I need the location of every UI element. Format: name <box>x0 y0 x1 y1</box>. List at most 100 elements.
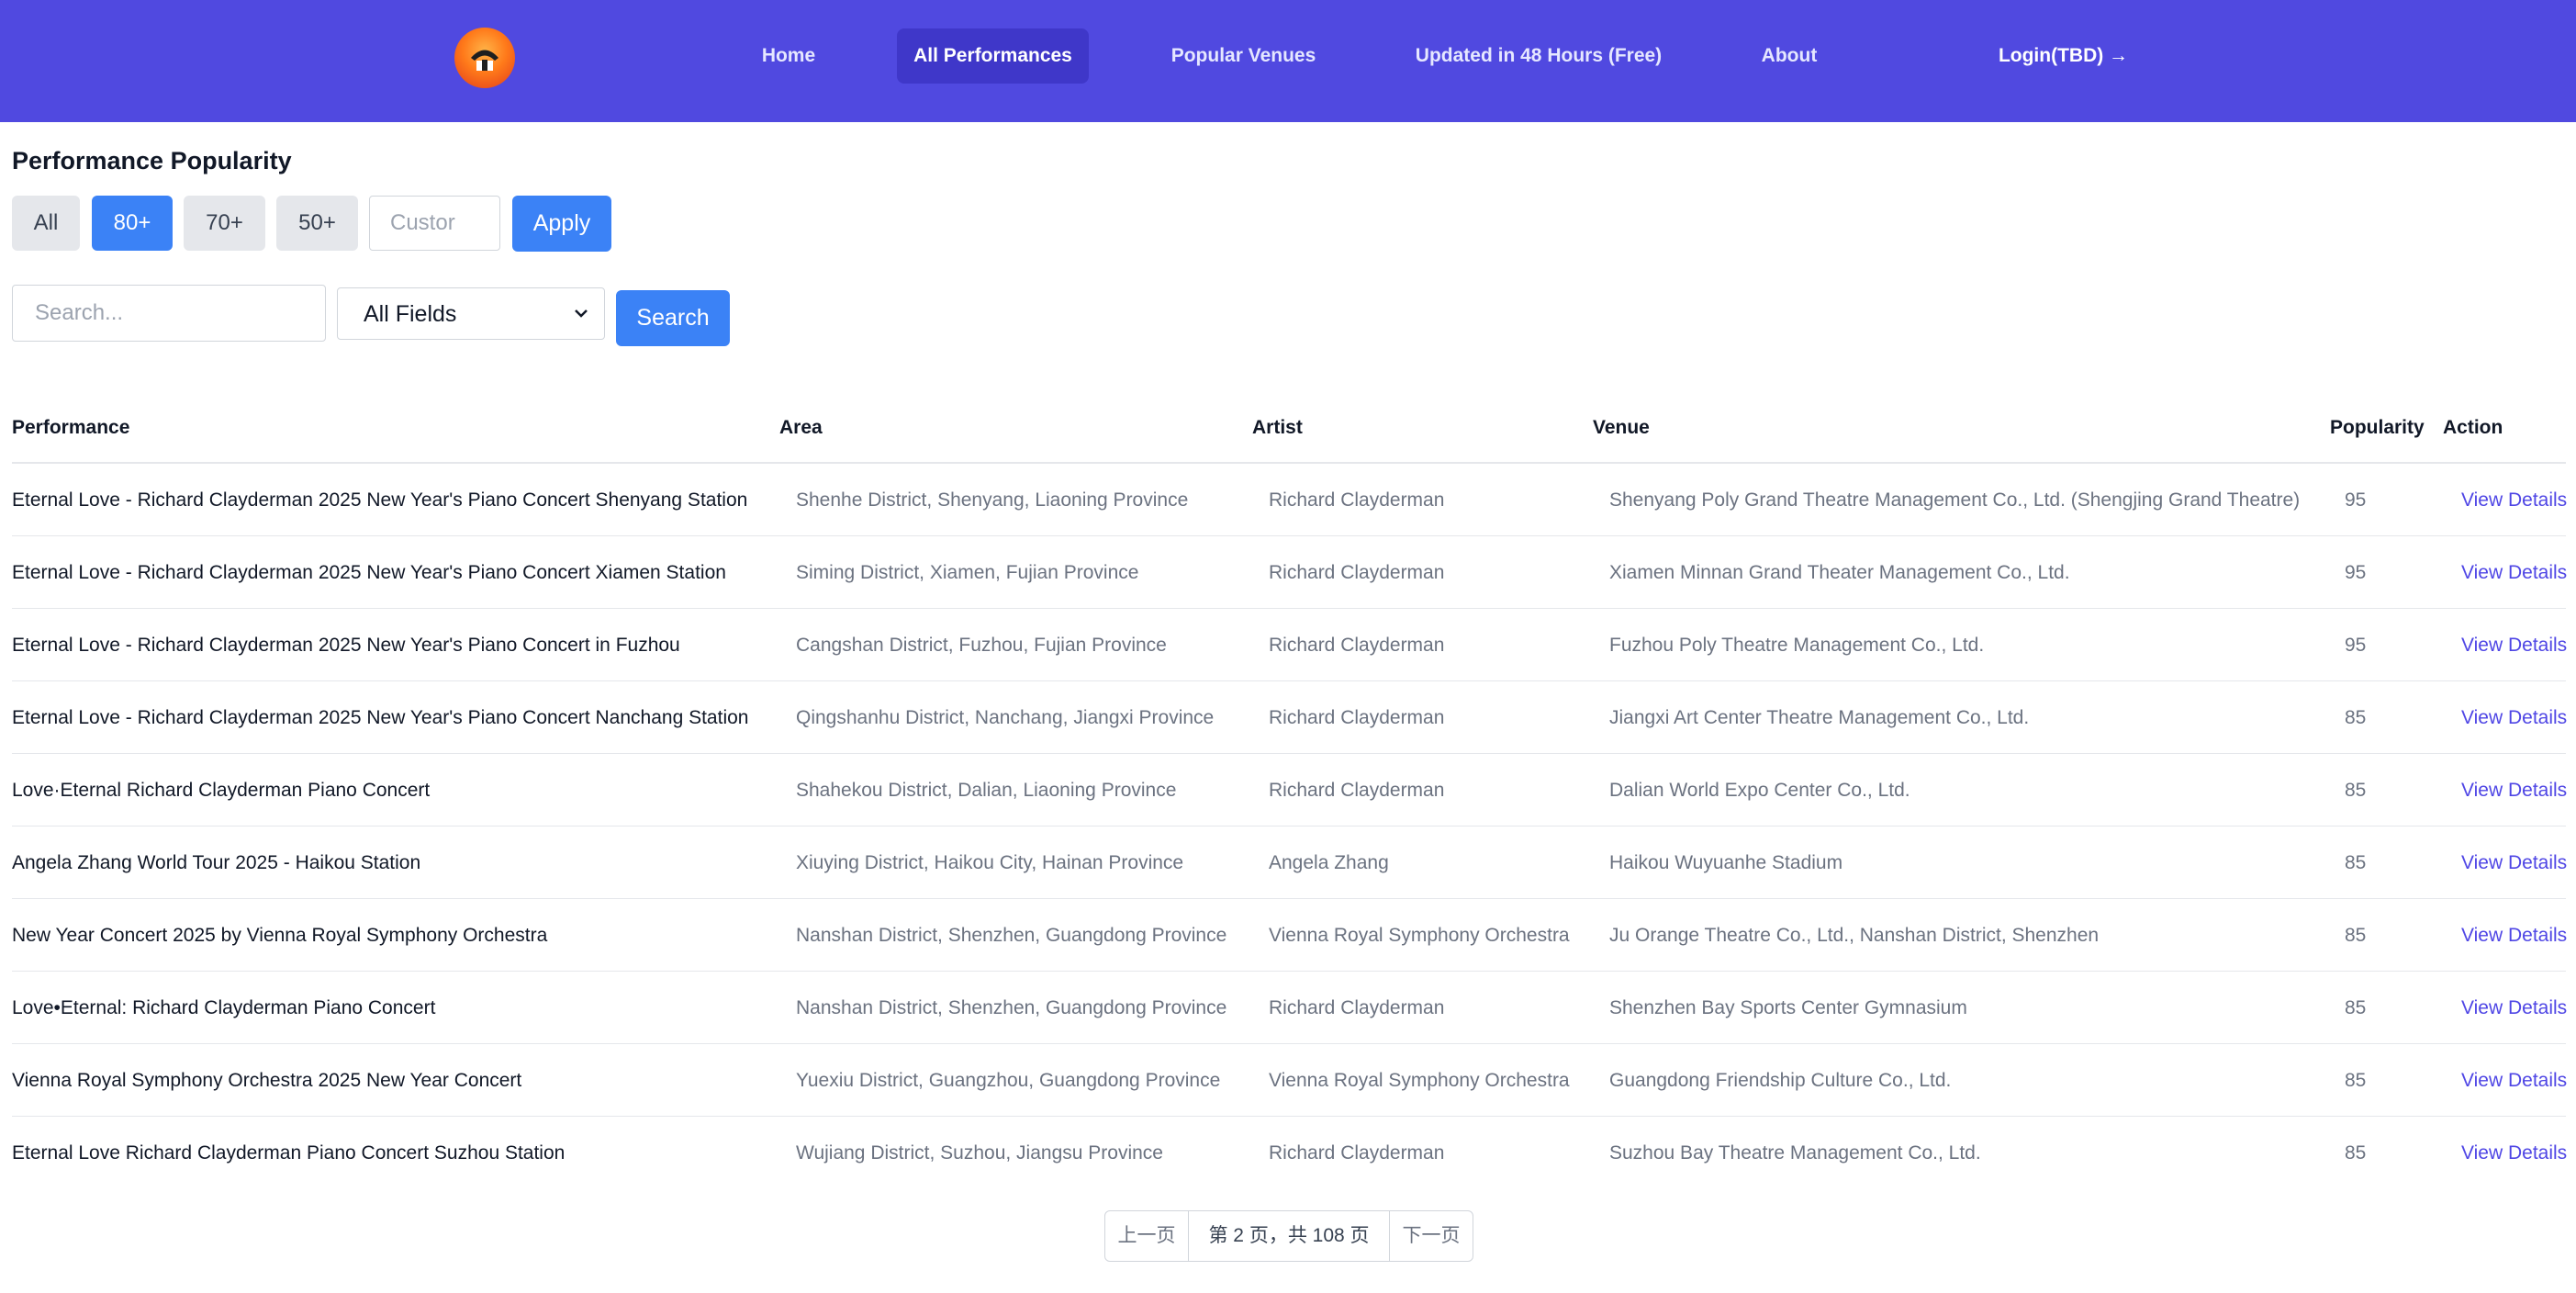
cell-popularity: 85 <box>2345 852 2367 873</box>
cell-venue: Shenzhen Bay Sports Center Gymnasium <box>1609 997 1967 1018</box>
nav-home[interactable]: Home <box>750 28 827 84</box>
pagination: 上一页 第 2 页，共 108 页 下一页 <box>1104 1210 1473 1262</box>
cell-artist: Richard Clayderman <box>1269 1142 1445 1164</box>
view-details-link[interactable]: View Details <box>2461 852 2567 874</box>
view-details-link[interactable]: View Details <box>2461 635 2567 657</box>
prev-page-button[interactable]: 上一页 <box>1105 1211 1188 1261</box>
cell-popularity: 85 <box>2345 997 2367 1018</box>
cell-performance: Eternal Love Richard Clayderman Piano Co… <box>12 1142 566 1164</box>
field-select-value: All Fields <box>364 301 457 327</box>
cell-popularity: 85 <box>2345 707 2367 728</box>
column-header-action: Action <box>2443 417 2503 438</box>
custom-popularity-input[interactable] <box>369 196 500 251</box>
filter-chip-80[interactable]: 80+ <box>92 196 173 251</box>
search-input[interactable] <box>12 285 326 342</box>
chevron-down-icon <box>573 301 589 332</box>
cell-popularity: 95 <box>2345 562 2367 583</box>
filter-chip-all[interactable]: All <box>12 196 80 251</box>
cell-area: Nanshan District, Shenzhen, Guangdong Pr… <box>796 997 1227 1018</box>
field-select[interactable]: All Fields <box>337 287 605 340</box>
apply-button[interactable]: Apply <box>512 196 611 252</box>
nav-all-performances[interactable]: All Performances <box>897 28 1089 84</box>
cell-performance: New Year Concert 2025 by Vienna Royal Sy… <box>12 925 548 946</box>
cell-area: Siming District, Xiamen, Fujian Province <box>796 562 1139 583</box>
cell-popularity: 85 <box>2345 925 2367 946</box>
cell-venue: Suzhou Bay Theatre Management Co., Ltd. <box>1609 1142 1981 1164</box>
cell-artist: Richard Clayderman <box>1269 562 1445 583</box>
cell-area: Xiuying District, Haikou City, Hainan Pr… <box>796 852 1184 873</box>
view-details-link[interactable]: View Details <box>2461 489 2567 512</box>
cell-venue: Haikou Wuyuanhe Stadium <box>1609 852 1843 873</box>
column-header-area[interactable]: Area <box>779 417 823 439</box>
cell-popularity: 85 <box>2345 1070 2367 1091</box>
cell-artist: Richard Clayderman <box>1269 707 1445 728</box>
filter-chip-70[interactable]: 70+ <box>184 196 265 251</box>
cell-area: Cangshan District, Fuzhou, Fujian Provin… <box>796 635 1167 656</box>
cell-artist: Vienna Royal Symphony Orchestra <box>1269 925 1570 946</box>
nav-popular-venues[interactable]: Popular Venues <box>1159 28 1328 84</box>
next-page-button[interactable]: 下一页 <box>1390 1211 1473 1261</box>
cell-area: Yuexiu District, Guangzhou, Guangdong Pr… <box>796 1070 1221 1091</box>
table-row: Eternal Love Richard Clayderman Piano Co… <box>0 1117 2576 1189</box>
cell-performance: Angela Zhang World Tour 2025 - Haikou St… <box>12 852 421 873</box>
cell-venue: Dalian World Expo Center Co., Ltd. <box>1609 780 1910 801</box>
logo-icon[interactable] <box>454 28 515 88</box>
view-details-link[interactable]: View Details <box>2461 780 2567 802</box>
column-header-artist[interactable]: Artist <box>1252 417 1303 439</box>
search-button[interactable]: Search <box>616 290 730 346</box>
view-details-link[interactable]: View Details <box>2461 562 2567 584</box>
cell-artist: Vienna Royal Symphony Orchestra <box>1269 1070 1570 1091</box>
cell-performance: Eternal Love - Richard Clayderman 2025 N… <box>12 489 748 511</box>
table-row: Love·Eternal Richard Clayderman Piano Co… <box>0 754 2576 826</box>
page-info: 第 2 页，共 108 页 <box>1188 1211 1390 1261</box>
column-header-popularity[interactable]: Popularity <box>2330 417 2425 439</box>
view-details-link[interactable]: View Details <box>2461 707 2567 729</box>
cell-artist: Richard Clayderman <box>1269 780 1445 801</box>
top-nav-bar: Home All Performances Popular Venues Upd… <box>0 0 2576 122</box>
cell-performance: Vienna Royal Symphony Orchestra 2025 New… <box>12 1070 522 1091</box>
cell-area: Qingshanhu District, Nanchang, Jiangxi P… <box>796 707 1215 728</box>
view-details-link[interactable]: View Details <box>2461 1142 2567 1164</box>
login-button[interactable]: Login(TBD) → <box>1988 28 2139 84</box>
table-row: Eternal Love - Richard Clayderman 2025 N… <box>0 609 2576 681</box>
filter-chip-50[interactable]: 50+ <box>276 196 358 251</box>
cell-popularity: 95 <box>2345 489 2367 511</box>
view-details-link[interactable]: View Details <box>2461 925 2567 947</box>
cell-popularity: 85 <box>2345 780 2367 801</box>
table-row: Vienna Royal Symphony Orchestra 2025 New… <box>0 1044 2576 1117</box>
table-row: Eternal Love - Richard Clayderman 2025 N… <box>0 536 2576 609</box>
cell-area: Shahekou District, Dalian, Liaoning Prov… <box>796 780 1177 801</box>
nav-updated-48h[interactable]: Updated in 48 Hours (Free) <box>1405 28 1673 84</box>
cell-venue: Shenyang Poly Grand Theatre Management C… <box>1609 489 2301 511</box>
cell-area: Wujiang District, Suzhou, Jiangsu Provin… <box>796 1142 1163 1164</box>
table-row: Love•Eternal: Richard Clayderman Piano C… <box>0 972 2576 1044</box>
view-details-link[interactable]: View Details <box>2461 997 2567 1019</box>
column-header-venue[interactable]: Venue <box>1593 417 1650 439</box>
cell-venue: Guangdong Friendship Culture Co., Ltd. <box>1609 1070 1952 1091</box>
table-row: New Year Concert 2025 by Vienna Royal Sy… <box>0 899 2576 972</box>
table-row: Eternal Love - Richard Clayderman 2025 N… <box>0 681 2576 754</box>
cell-performance: Eternal Love - Richard Clayderman 2025 N… <box>12 562 726 583</box>
nav-about[interactable]: About <box>1748 28 1831 84</box>
popularity-filter-title: Performance Popularity <box>12 147 292 174</box>
table-header: Performance Area Artist Venue Popularity… <box>0 408 2576 463</box>
cell-area: Shenhe District, Shenyang, Liaoning Prov… <box>796 489 1189 511</box>
cell-artist: Richard Clayderman <box>1269 489 1445 511</box>
cell-area: Nanshan District, Shenzhen, Guangdong Pr… <box>796 925 1227 946</box>
column-header-performance[interactable]: Performance <box>12 417 129 439</box>
cell-venue: Xiamen Minnan Grand Theater Management C… <box>1609 562 2070 583</box>
cell-popularity: 95 <box>2345 635 2367 656</box>
cell-performance: Love•Eternal: Richard Clayderman Piano C… <box>12 997 436 1018</box>
table-row: Angela Zhang World Tour 2025 - Haikou St… <box>0 826 2576 899</box>
cell-performance: Eternal Love - Richard Clayderman 2025 N… <box>12 707 749 728</box>
cell-popularity: 85 <box>2345 1142 2367 1164</box>
cell-artist: Angela Zhang <box>1269 852 1389 873</box>
cell-venue: Jiangxi Art Center Theatre Management Co… <box>1609 707 2030 728</box>
view-details-link[interactable]: View Details <box>2461 1070 2567 1092</box>
table-row: Eternal Love - Richard Clayderman 2025 N… <box>0 464 2576 536</box>
cell-artist: Richard Clayderman <box>1269 997 1445 1018</box>
cell-venue: Ju Orange Theatre Co., Ltd., Nanshan Dis… <box>1609 925 2100 946</box>
cell-venue: Fuzhou Poly Theatre Management Co., Ltd. <box>1609 635 1985 656</box>
cell-performance: Love·Eternal Richard Clayderman Piano Co… <box>12 780 431 801</box>
cell-artist: Richard Clayderman <box>1269 635 1445 656</box>
